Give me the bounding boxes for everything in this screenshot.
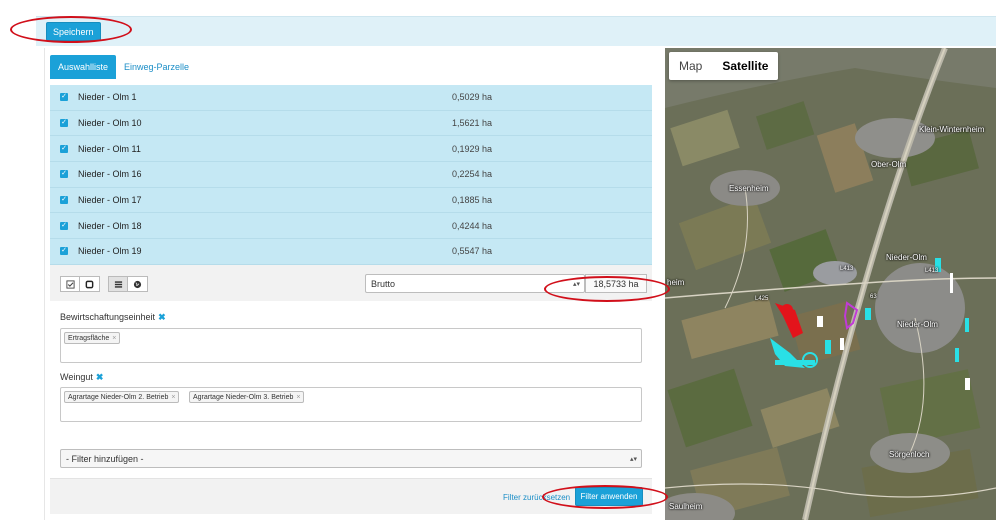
tab-einweg-parzelle[interactable]: Einweg-Parzelle — [116, 55, 197, 79]
map-type-satellite[interactable]: Satellite — [712, 52, 778, 80]
filter-tag: Agrartage Nieder-Olm 3. Betrieb × — [189, 391, 305, 403]
checkbox[interactable]: ✓ — [60, 247, 68, 256]
parcel-panel: Auswahlliste Einweg-Parzelle ✓ Nieder - … — [44, 48, 657, 520]
uncheck-all-icon[interactable] — [80, 276, 100, 292]
list-item[interactable]: ✓ Nieder - Olm 16 0,2254 ha — [50, 162, 652, 188]
apply-filter-button[interactable]: Filter anwenden — [575, 487, 643, 506]
parcel-name: Nieder - Olm 18 — [78, 220, 142, 231]
parcel-name: Nieder - Olm 1 — [78, 92, 137, 103]
parcel-name: Nieder - Olm 10 — [78, 118, 142, 129]
view-tools — [108, 276, 148, 292]
tag-label: Agrartage Nieder-Olm 3. Betrieb — [193, 394, 294, 401]
checkbox[interactable]: ✓ — [60, 221, 68, 230]
parcel-area: 0,5547 ha — [452, 246, 493, 257]
list-item[interactable]: ✓ Nieder - Olm 18 0,4244 ha — [50, 213, 652, 240]
list-view-icon[interactable] — [108, 276, 128, 292]
map-label-place: Nieder-Olm — [886, 253, 927, 262]
parcel-name: Nieder - Olm 16 — [78, 169, 142, 180]
checkbox[interactable]: ✓ — [60, 170, 68, 179]
map-label-road: L413 — [925, 268, 939, 274]
parcel-name: Nieder - Olm 17 — [78, 195, 142, 206]
select-arrows-icon: ▴▾ — [629, 455, 637, 463]
parcel-list: ✓ Nieder - Olm 1 0,5029 ha ✓ Nieder - Ol… — [50, 85, 652, 265]
filter-label-bewirtschaftung: Bewirtschaftungseinheit ✖ — [60, 312, 166, 323]
selection-tools — [60, 276, 100, 292]
filter-label-text: Weingut — [60, 372, 93, 382]
parcel-area: 0,5029 ha — [452, 92, 493, 103]
parcel-name: Nieder - Olm 11 — [78, 143, 141, 154]
map-label-place: Ober-Olm — [871, 160, 907, 169]
map-type-toggle: Map Satellite — [669, 52, 779, 80]
tag-label: Agrartage Nieder-Olm 2. Betrieb — [68, 394, 169, 401]
select-arrows-icon: ▴▾ — [572, 280, 580, 288]
check-all-icon[interactable] — [60, 276, 80, 292]
tag-label: Ertragsfläche — [68, 335, 110, 342]
checkbox[interactable]: ✓ — [60, 119, 68, 128]
area-mode-select[interactable]: Brutto ▴▾ — [365, 274, 585, 293]
total-area: 18,5733 ha — [585, 274, 647, 293]
tag-remove-icon[interactable]: × — [112, 335, 116, 342]
filter-section: Bewirtschaftungseinheit ✖ Ertragsfläche × … — [50, 301, 652, 477]
reset-filter-link[interactable]: Filter zurücksetzen — [503, 493, 570, 502]
remove-filter-icon[interactable]: ✖ — [158, 312, 166, 322]
list-item[interactable]: ✓ Nieder - Olm 17 0,1885 ha — [50, 188, 652, 214]
checkbox[interactable]: ✓ — [60, 144, 68, 153]
map-label-road: L413 — [840, 266, 854, 272]
parcel-name: Nieder - Olm 19 — [78, 246, 142, 257]
list-item[interactable]: ✓ Nieder - Olm 1 0,5029 ha — [50, 85, 652, 111]
list-item[interactable]: ✓ Nieder - Olm 19 0,5547 ha — [50, 239, 652, 265]
satellite-map[interactable]: Map Satellite Ober-Olm Klein-Winternheim… — [665, 48, 996, 520]
parcel-area: 0,2254 ha — [452, 169, 493, 180]
parcel-area: 1,5621 ha — [452, 118, 493, 129]
tag-remove-icon[interactable]: × — [296, 394, 300, 401]
map-type-map[interactable]: Map — [669, 52, 712, 80]
remove-filter-icon[interactable]: ✖ — [96, 372, 104, 382]
map-label-road: L425 — [755, 296, 769, 302]
filter-label-text: Bewirtschaftungseinheit — [60, 312, 156, 322]
panel-footer: Filter zurücksetzen Filter anwenden — [50, 478, 652, 514]
save-button[interactable]: Speichern — [46, 22, 101, 41]
filter-label-weingut: Weingut ✖ — [60, 372, 103, 383]
list-toolbar: Brutto ▴▾ 18,5733 ha — [50, 265, 652, 301]
panel-tabs: Auswahlliste Einweg-Parzelle — [50, 55, 197, 79]
list-item[interactable]: ✓ Nieder - Olm 11 0,1929 ha — [50, 136, 652, 163]
top-toolbar: Speichern — [36, 16, 996, 46]
map-label-road: 63 — [870, 294, 877, 300]
parcel-area: 0,4244 ha — [452, 220, 493, 231]
weingut-field[interactable]: Agrartage Nieder-Olm 2. Betrieb × Agrarta… — [60, 387, 642, 422]
checkbox[interactable]: ✓ — [60, 93, 68, 102]
bewirtschaftung-field[interactable]: Ertragsfläche × — [60, 328, 642, 363]
checkbox[interactable]: ✓ — [60, 196, 68, 205]
filter-tag: Ertragsfläche × — [64, 332, 121, 344]
add-filter-placeholder: - Filter hinzufügen - — [66, 453, 144, 464]
parcel-area: 0,1929 ha — [452, 143, 493, 154]
map-label-place: Klein-Winternheim — [919, 125, 985, 134]
map-label-place: Sörgenloch — [889, 450, 930, 459]
filter-tag: Agrartage Nieder-Olm 2. Betrieb × — [64, 391, 180, 403]
list-item[interactable]: ✓ Nieder - Olm 10 1,5621 ha — [50, 111, 652, 137]
map-label-place: Saulheim — [669, 502, 703, 511]
tag-remove-icon[interactable]: × — [171, 394, 175, 401]
map-label-place: Essenheim — [729, 184, 769, 193]
tab-auswahlliste[interactable]: Auswahlliste — [50, 55, 117, 79]
parcel-area: 0,1885 ha — [452, 195, 493, 206]
area-mode-value: Brutto — [371, 278, 396, 289]
map-label-place: Nieder-Olm — [897, 320, 938, 329]
map-label-place: heim — [667, 278, 685, 287]
add-filter-select[interactable]: - Filter hinzufügen - ▴▾ — [60, 449, 642, 468]
map-imagery — [665, 48, 996, 520]
globe-icon[interactable] — [128, 276, 148, 292]
